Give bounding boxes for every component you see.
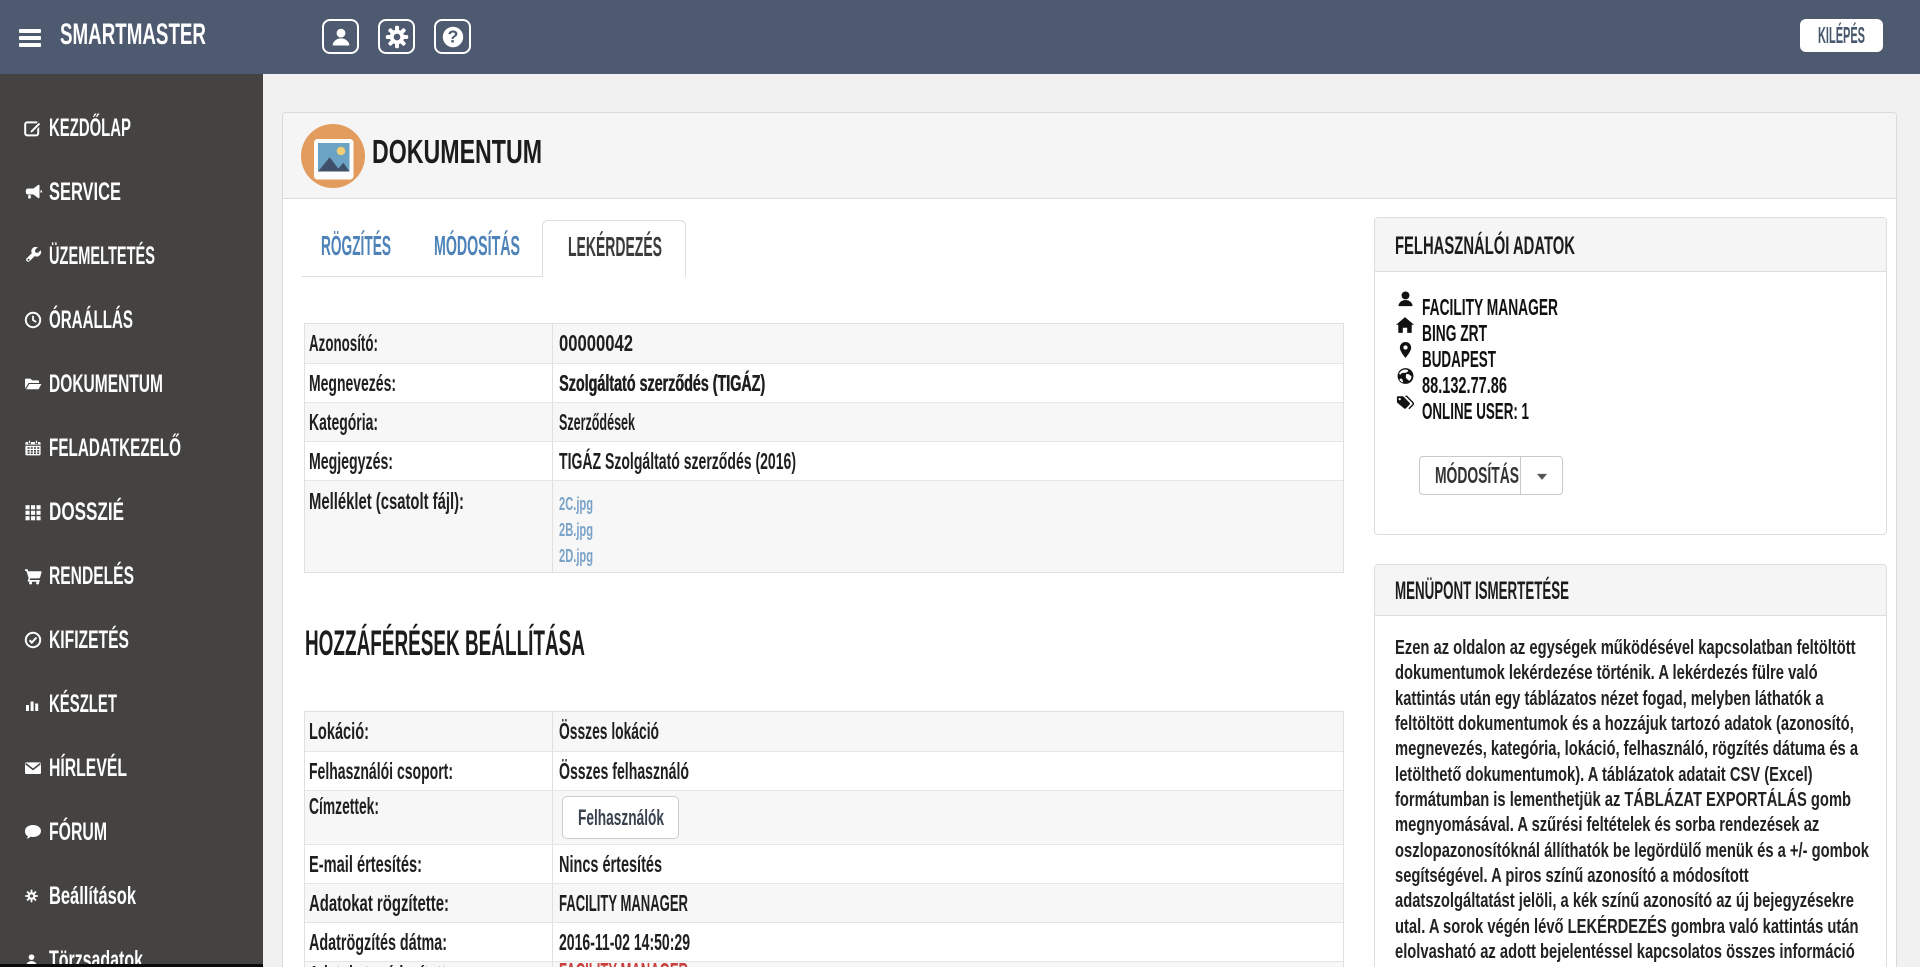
- svg-text:?: ?: [447, 26, 458, 46]
